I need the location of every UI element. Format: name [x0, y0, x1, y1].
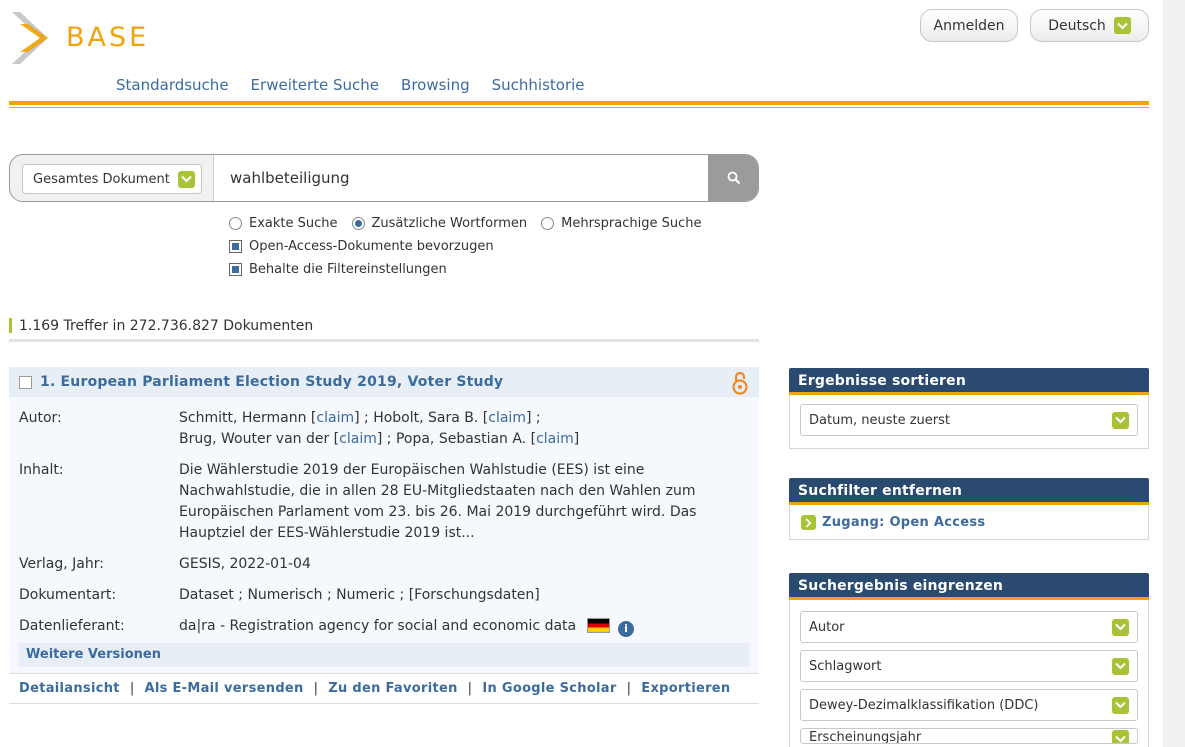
radio-mehrsprachige-suche[interactable] [541, 217, 555, 230]
refine-panel: Suchergebnis eingrenzen Autor Schlagwort… [789, 573, 1149, 747]
provider-label: Datenlieferant: [19, 618, 125, 634]
chevron-down-icon [1112, 657, 1129, 675]
refine-autor-select[interactable]: Autor [800, 611, 1138, 643]
publisher-value: GESIS, 2022-01-04 [179, 556, 311, 572]
claim-link[interactable]: claim [339, 431, 377, 447]
language-label: Deutsch [1048, 17, 1106, 34]
radio-mehrsprachige-suche-label: Mehrsprachige Suche [561, 216, 702, 231]
author-list: Schmitt, Hermann [claim] ; Hobolt, Sara … [179, 410, 580, 447]
checkbox-keep-filters[interactable] [229, 263, 242, 276]
login-label: Anmelden [933, 17, 1005, 34]
refine-autor-label: Autor [809, 619, 845, 635]
provider-name: da|ra - Registration agency for social a… [179, 618, 577, 634]
more-versions-link[interactable]: Weitere Versionen [19, 643, 749, 667]
sort-panel: Ergebnisse sortieren Datum, neuste zuers… [789, 368, 1149, 449]
page-scrollbar[interactable] [1163, 0, 1185, 747]
claim-link[interactable]: claim [536, 431, 574, 447]
nav-erweiterte-suche[interactable]: Erweiterte Suche [251, 76, 379, 94]
nav-suchhistorie[interactable]: Suchhistorie [492, 76, 585, 94]
germany-flag-icon [586, 618, 610, 633]
radio-exakte-suche[interactable] [229, 217, 242, 230]
nav-divider [9, 101, 1149, 105]
chevron-down-icon [1112, 618, 1129, 636]
author-label: Autor: [19, 410, 62, 426]
nav-divider-thin [9, 107, 1149, 108]
nav-browsing[interactable]: Browsing [401, 76, 470, 94]
main-nav: Standardsuche Erweiterte Suche Browsing … [116, 76, 585, 94]
author-name[interactable]: Schmitt, Hermann [179, 410, 306, 426]
google-scholar-link[interactable]: In Google Scholar [482, 681, 616, 696]
author-name[interactable]: Brug, Wouter van der [179, 431, 329, 447]
search-options: Exakte Suche Zusätzliche Wortformen Mehr… [229, 212, 702, 281]
refine-schlagwort-label: Schlagwort [809, 658, 882, 674]
search-button[interactable] [708, 155, 758, 201]
search-bar: Gesamtes Dokument [9, 154, 759, 202]
language-select[interactable]: Deutsch [1030, 9, 1149, 42]
search-scope-select[interactable]: Gesamtes Dokument [22, 164, 202, 194]
favorites-link[interactable]: Zu den Favoriten [328, 681, 457, 696]
refine-panel-title: Suchergebnis eingrenzen [789, 573, 1149, 600]
checkbox-open-access[interactable] [229, 240, 242, 253]
content-label: Inhalt: [19, 462, 64, 478]
refine-ddc-select[interactable]: Dewey-Dezimalklassifikation (DDC) [800, 689, 1138, 721]
search-icon [727, 171, 741, 185]
refine-year-select[interactable]: Erscheinungsjahr [800, 728, 1138, 744]
info-icon[interactable]: i [618, 620, 635, 637]
sort-select-value: Datum, neuste zuerst [809, 412, 950, 428]
publisher-label: Verlag, Jahr: [19, 556, 104, 572]
author-name[interactable]: Popa, Sebastian A. [396, 431, 526, 447]
result-title[interactable]: 1. European Parliament Election Study 20… [40, 374, 503, 390]
refine-ddc-label: Dewey-Dezimalklassifikation (DDC) [809, 697, 1039, 713]
result-body: Autor: Schmitt, Hermann [claim] ; Hobolt… [9, 397, 759, 673]
result-actions: Detailansicht | Als E-Mail versenden | Zu … [9, 673, 759, 704]
doctype-label: Dokumentart: [19, 587, 117, 603]
chevron-down-icon [177, 170, 195, 188]
provider-value: da|ra - Registration agency for social a… [179, 616, 739, 637]
hit-count: 1.169 Treffer in 272.736.827 Dokumenten [9, 317, 759, 342]
chevron-down-icon [1112, 730, 1129, 743]
sort-select[interactable]: Datum, neuste zuerst [800, 404, 1138, 436]
chevron-down-icon [1112, 411, 1129, 429]
search-scope-label: Gesamtes Dokument [33, 171, 170, 187]
chevron-down-icon [1112, 696, 1129, 714]
login-button[interactable]: Anmelden [920, 9, 1018, 42]
sort-panel-title: Ergebnisse sortieren [789, 368, 1149, 395]
logo-text: BASE [66, 22, 150, 53]
export-link[interactable]: Exportieren [641, 681, 730, 696]
result-header: 1. European Parliament Election Study 20… [9, 367, 759, 397]
active-filter-label: Zugang: Open Access [822, 515, 986, 530]
claim-link[interactable]: claim [488, 410, 526, 426]
radio-exakte-suche-label: Exakte Suche [249, 216, 338, 231]
base-logo[interactable]: BASE [10, 10, 170, 66]
radio-zusaetzliche-wortformen-label: Zusätzliche Wortformen [371, 216, 528, 231]
claim-link[interactable]: claim [316, 410, 354, 426]
open-access-icon [732, 371, 748, 395]
content-abstract: Die Wählerstudie 2019 der Europäischen W… [179, 462, 697, 541]
radio-zusaetzliche-wortformen[interactable] [351, 217, 365, 230]
result-item: 1. European Parliament Election Study 20… [9, 367, 759, 704]
chevron-down-icon [1113, 17, 1131, 34]
checkbox-keep-filters-label: Behalte die Filtereinstellungen [249, 262, 447, 277]
author-name[interactable]: Hobolt, Sara B. [373, 410, 478, 426]
detail-view-link[interactable]: Detailansicht [19, 681, 120, 696]
chevron-right-icon [801, 515, 816, 530]
refine-year-label: Erscheinungsjahr [809, 730, 922, 744]
logo-chevron-icon [12, 12, 48, 64]
nav-standardsuche[interactable]: Standardsuche [116, 76, 229, 94]
refine-schlagwort-select[interactable]: Schlagwort [800, 650, 1138, 682]
remove-filter-title: Suchfilter entfernen [789, 478, 1149, 505]
result-select-checkbox[interactable] [19, 375, 32, 389]
search-input[interactable] [213, 155, 708, 201]
remove-filter-panel: Suchfilter entfernen Zugang: Open Access [789, 478, 1149, 540]
email-link[interactable]: Als E-Mail versenden [145, 681, 304, 696]
checkbox-open-access-label: Open-Access-Dokumente bevorzugen [249, 239, 494, 254]
doctype-value: Dataset ; Numerisch ; Numeric ; [Forschu… [179, 587, 540, 603]
active-filter-open-access[interactable]: Zugang: Open Access [800, 515, 1138, 530]
